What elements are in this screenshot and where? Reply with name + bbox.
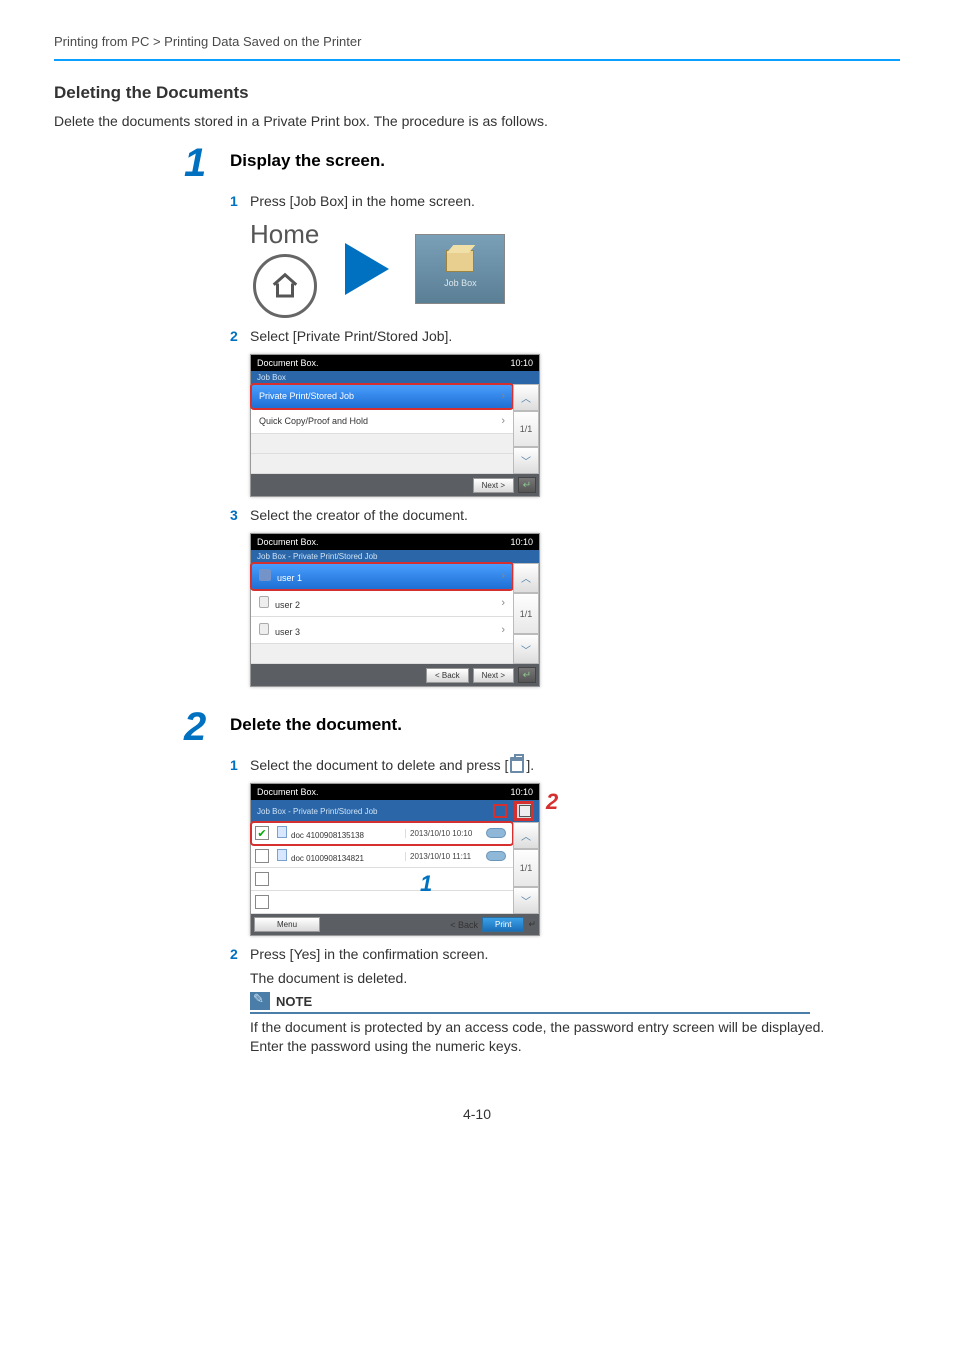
substep-1-2-text: Select [Private Print/Stored Job]. xyxy=(250,328,900,344)
page-number: 4-10 xyxy=(54,1106,900,1122)
step-number-2: 2 xyxy=(184,707,230,747)
list-item-user3[interactable]: user 3› xyxy=(251,617,513,644)
page-indicator: 1/1 xyxy=(513,593,539,634)
substep-2-2-text: Press [Yes] in the confirmation screen. xyxy=(250,946,900,962)
list-item-empty xyxy=(251,644,513,664)
page-indicator: 1/1 xyxy=(513,849,539,886)
screen-subtitle: Job Box - Private Print/Stored Job xyxy=(251,550,539,563)
substep-1-2-number: 2 xyxy=(230,328,250,344)
screen-time: 10:10 xyxy=(510,787,533,797)
screen-jobbox-list: Document Box. 10:10 Job Box Private Print… xyxy=(250,354,540,497)
job-box-icon xyxy=(446,250,474,272)
lock-icon xyxy=(259,623,269,635)
menu-button[interactable]: Menu xyxy=(254,917,320,932)
arrow-icon xyxy=(345,243,389,295)
scroll-down-button[interactable]: ﹀ xyxy=(513,447,539,474)
enter-button[interactable]: ↵ xyxy=(518,667,536,683)
list-item-user2[interactable]: user 2› xyxy=(251,590,513,617)
print-button[interactable]: Print xyxy=(482,917,524,932)
screen-title: Document Box. xyxy=(257,537,319,547)
intro-text: Delete the documents stored in a Private… xyxy=(54,113,900,129)
checkbox-empty xyxy=(255,872,269,886)
list-item-quick-copy[interactable]: Quick Copy/Proof and Hold› xyxy=(251,409,513,434)
pages-badge xyxy=(486,828,506,838)
job-box-button[interactable]: Job Box xyxy=(415,234,505,304)
list-item-user1[interactable]: user 1› xyxy=(251,563,513,590)
list-item-empty xyxy=(251,434,513,454)
chevron-right-icon: › xyxy=(501,390,505,402)
step-2-title: Delete the document. xyxy=(230,707,402,735)
screen-time: 10:10 xyxy=(510,358,533,368)
breadcrumb: Printing from PC > Printing Data Saved o… xyxy=(54,34,900,61)
substep-1-3-text: Select the creator of the document. xyxy=(250,507,900,523)
enter-button[interactable]: ↵ xyxy=(518,477,536,493)
home-icon xyxy=(270,271,300,301)
screen-subtitle: Job Box - Private Print/Stored Job xyxy=(257,807,378,816)
substep-2-1-text: Select the document to delete and press … xyxy=(250,757,900,773)
list-item-empty xyxy=(251,454,513,474)
screen-doc-list: Document Box. 10:10 Job Box - Private Pri… xyxy=(250,783,540,936)
checkbox-unchecked[interactable] xyxy=(255,849,269,863)
back-button[interactable]: < Back xyxy=(450,920,478,930)
job-box-label: Job Box xyxy=(444,278,477,288)
chevron-right-icon: › xyxy=(501,597,505,609)
enter-button[interactable]: ↵ xyxy=(528,919,536,930)
screen-subtitle: Job Box xyxy=(251,371,539,384)
user-icon xyxy=(259,569,271,581)
note-icon xyxy=(250,992,270,1010)
doc-date: 2013/10/10 11:11 xyxy=(405,852,483,861)
next-button[interactable]: Next > xyxy=(473,478,514,493)
delete-icon xyxy=(510,757,524,773)
pages-badge xyxy=(486,851,506,861)
home-button[interactable] xyxy=(253,254,317,318)
chevron-right-icon: › xyxy=(501,624,505,636)
scroll-down-button[interactable]: ﹀ xyxy=(513,634,539,664)
scroll-down-button[interactable]: ﹀ xyxy=(513,887,539,914)
screen-time: 10:10 xyxy=(510,537,533,547)
substep-1-3-number: 3 xyxy=(230,507,250,523)
step-number-1: 1 xyxy=(184,143,230,183)
note-text: If the document is protected by an acces… xyxy=(250,1018,860,1056)
checkbox-checked[interactable]: ✔ xyxy=(255,826,269,840)
chevron-right-icon: › xyxy=(501,570,505,582)
step-2-result: The document is deleted. xyxy=(250,970,900,986)
home-label: Home xyxy=(250,219,319,250)
section-title: Deleting the Documents xyxy=(54,83,900,103)
trash-icon xyxy=(517,803,531,817)
callout-1: 1 xyxy=(420,871,432,897)
delete-button[interactable] xyxy=(515,802,533,820)
page-indicator: 1/1 xyxy=(513,411,539,448)
scroll-up-button[interactable]: ︿ xyxy=(513,822,539,849)
substep-1-1-number: 1 xyxy=(230,193,250,209)
scroll-up-button[interactable]: ︿ xyxy=(513,384,539,411)
document-icon xyxy=(277,849,287,861)
table-row-empty xyxy=(251,868,513,891)
doc-date: 2013/10/10 10:10 xyxy=(405,829,483,838)
screen-title: Document Box. xyxy=(257,358,319,368)
table-row[interactable]: ✔ doc 4100908135138 2013/10/10 10:10 xyxy=(251,822,513,845)
substep-1-1-text: Press [Job Box] in the home screen. xyxy=(250,193,900,209)
chevron-right-icon: › xyxy=(501,415,505,427)
checkbox-empty xyxy=(255,895,269,909)
table-row-empty xyxy=(251,891,513,914)
lock-icon xyxy=(259,596,269,608)
select-all-checkbox[interactable] xyxy=(493,804,507,818)
substep-2-2-number: 2 xyxy=(230,946,250,962)
table-row[interactable]: doc 0100908134821 2013/10/10 11:11 xyxy=(251,845,513,868)
callout-2: 2 xyxy=(546,789,558,815)
scroll-up-button[interactable]: ︿ xyxy=(513,563,539,593)
next-button[interactable]: Next > xyxy=(473,668,514,683)
document-icon xyxy=(277,826,287,838)
screen-title: Document Box. xyxy=(257,787,319,797)
back-button[interactable]: < Back xyxy=(426,668,469,683)
screen-user-list: Document Box. 10:10 Job Box - Private Pri… xyxy=(250,533,540,687)
step-1-title: Display the screen. xyxy=(230,143,385,171)
substep-2-1-number: 1 xyxy=(230,757,250,773)
list-item-private-print[interactable]: Private Print/Stored Job› xyxy=(251,384,513,409)
note-label: NOTE xyxy=(276,994,312,1009)
